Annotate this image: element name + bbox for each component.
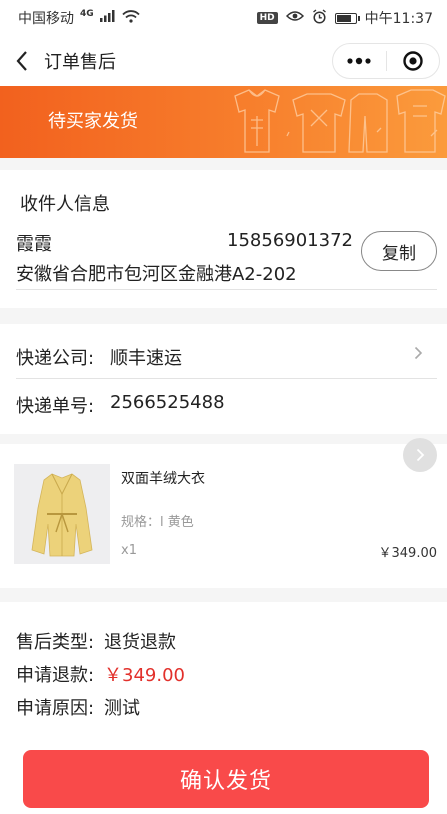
receiver-phone: 15856901372 xyxy=(227,230,353,251)
after-sale-type-value: 退货退款 xyxy=(104,632,176,653)
confirm-ship-button[interactable]: 确认发货 xyxy=(23,750,429,808)
copy-address-button[interactable]: 复制 xyxy=(361,231,437,271)
wifi-icon xyxy=(122,9,140,27)
page-title: 订单售后 xyxy=(44,52,116,73)
status-left: 中国移动 4G xyxy=(18,8,140,28)
product-detail-button[interactable] xyxy=(403,438,437,472)
after-sale-card: 售后类型: 退货退款 申请退款: ￥349.00 申请原因: 测试 xyxy=(0,602,447,738)
chevron-right-icon xyxy=(414,346,423,360)
more-dots-icon xyxy=(347,57,371,65)
hd-badge: HD xyxy=(256,12,278,24)
yellow-coat-image xyxy=(14,464,110,564)
close-program-button[interactable] xyxy=(387,44,440,78)
chevron-left-icon xyxy=(16,51,27,71)
product-quantity: x1 xyxy=(121,543,137,558)
product-card[interactable]: 双面羊绒大衣 规格：l 黄色 x1 ￥349.00 xyxy=(0,438,447,588)
target-icon xyxy=(403,51,423,71)
express-company-value: 顺丰速运 xyxy=(110,348,182,369)
clothing-pattern-decoration xyxy=(234,89,446,153)
express-company-row[interactable]: 快递公司: 顺丰速运 xyxy=(0,324,447,378)
product-image xyxy=(14,464,110,564)
tracking-number-value: 2566525488 xyxy=(110,392,225,413)
refund-amount-label: 申请退款: xyxy=(16,665,95,686)
product-name: 双面羊绒大衣 xyxy=(121,471,205,487)
express-company-label: 快递公司: xyxy=(16,348,95,369)
receiver-divider xyxy=(16,289,437,290)
more-button[interactable] xyxy=(333,44,386,78)
clock-label: 中午11:37 xyxy=(364,11,433,27)
signal-icon xyxy=(99,10,116,26)
after-sale-reason-label: 申请原因: xyxy=(16,698,95,719)
order-status-text: 待买家发货 xyxy=(48,111,138,132)
receiver-address: 安徽省合肥市包河区金融港A2-202 xyxy=(16,264,297,285)
network-label: 4G xyxy=(80,9,94,19)
status-bar: 中国移动 4G HD 中午11:37 xyxy=(0,0,447,36)
receiver-section-title: 收件人信息 xyxy=(20,194,110,215)
receiver-name: 霞霞 xyxy=(16,234,52,255)
receiver-info-card: 收件人信息 霞霞 15856901372 复制 安徽省合肥市包河区金融港A2-2… xyxy=(0,170,447,308)
back-button[interactable] xyxy=(0,36,44,86)
product-price: ￥349.00 xyxy=(378,546,438,561)
refund-amount-value: ￥349.00 xyxy=(104,665,185,686)
chevron-right-icon xyxy=(416,448,424,462)
express-info-card: 快递公司: 顺丰速运 快递单号: 2566525488 xyxy=(0,324,447,434)
after-sale-type-label: 售后类型: xyxy=(16,632,95,653)
nav-bar: 订单售后 xyxy=(0,36,447,86)
battery-icon xyxy=(334,12,360,24)
after-sale-reason-value: 测试 xyxy=(104,698,140,719)
product-spec: 规格：l 黄色 xyxy=(121,515,194,530)
footer-bar: 确认发货 xyxy=(0,738,447,814)
tracking-number-label: 快递单号: xyxy=(16,396,95,417)
carrier-label: 中国移动 xyxy=(18,11,74,27)
alarm-icon xyxy=(312,8,327,28)
express-divider xyxy=(16,378,437,379)
status-right: HD 中午11:37 xyxy=(256,8,433,28)
order-status-banner: 待买家发货 xyxy=(0,86,447,158)
mini-program-capsule xyxy=(332,43,440,79)
eye-icon xyxy=(285,10,304,26)
